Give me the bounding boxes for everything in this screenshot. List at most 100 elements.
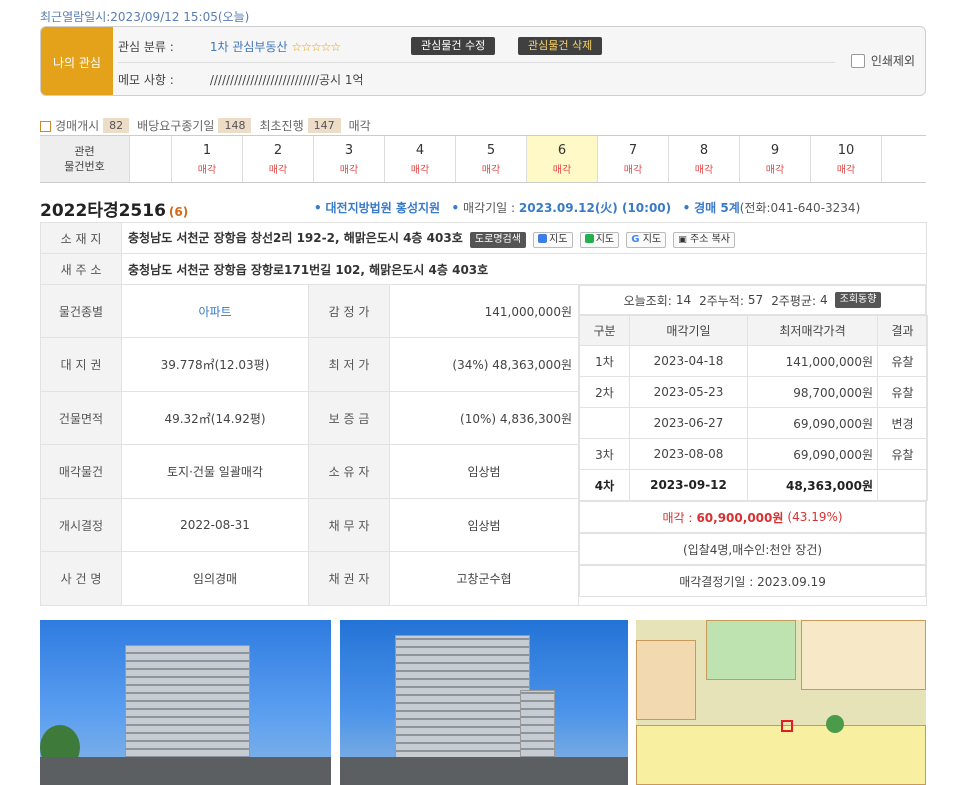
history-price: 141,000,000원 [747, 345, 878, 377]
naver-map-button[interactable]: 지도 [579, 231, 620, 248]
history-header: 결과 [877, 315, 928, 346]
view-stats: 오늘조회: 14 2주누적: 57 2주평균: 4 조회동향 [579, 285, 927, 315]
deposit-value: (10%) 4,836,300원 [389, 391, 579, 445]
history-price: 69,090,000원 [747, 438, 878, 470]
debtor-value: 임상범 [389, 498, 579, 552]
history-result: 유찰 [877, 345, 928, 377]
print-exclude-checkbox[interactable]: 인쇄제외 [850, 52, 915, 69]
related-item-number: 7 [628, 142, 638, 158]
court-name[interactable]: 대전지방법원 홍성지원 [326, 201, 441, 215]
detail-label2: 최 저 가 [308, 337, 390, 392]
bidder-info: (입찰4명,매수인:천안 장건) [579, 533, 927, 565]
google-icon: G [631, 233, 640, 245]
related-item-1[interactable]: 1 매각 [171, 136, 242, 182]
related-item-status: 매각 [836, 164, 856, 176]
related-fill [881, 136, 926, 182]
related-item-number: 3 [344, 142, 354, 158]
rating-stars-icon[interactable]: ☆☆☆☆☆ [291, 40, 341, 54]
appraisal-value: 141,000,000원 [389, 284, 579, 338]
history-date: 2023-09-12 [629, 469, 748, 501]
sale-object-value: 토지·건물 일괄매각 [121, 444, 309, 499]
history-round: 2차 [579, 376, 630, 408]
favorite-panel: 나의 관심 관심 분류 : 1차 관심부동산 ☆☆☆☆☆ 관심물건 수정 관심물… [40, 26, 926, 96]
road-name-search-button[interactable]: 도로명검색 [469, 231, 526, 248]
related-item-status: 매각 [623, 164, 643, 176]
parking-lot-image [40, 757, 331, 785]
detail-label: 사 건 명 [40, 551, 122, 606]
related-item-2[interactable]: 2 매각 [242, 136, 313, 182]
final-sale-price: 매각 :60,900,000원 (43.19%) [579, 501, 927, 533]
history-date: 2023-06-27 [629, 407, 748, 439]
detail-label2: 소 유 자 [308, 444, 390, 499]
views-avg: 4 [820, 293, 828, 307]
map-green-block [706, 620, 796, 680]
new-address-label: 새 주 소 [40, 253, 122, 285]
address-label: 소 재 지 [40, 222, 122, 254]
court-phone: (전화:041-640-3234) [739, 201, 861, 215]
related-item-10[interactable]: 10 매각 [810, 136, 881, 182]
sale-history-table: 구분 매각기일 최저매각가격 결과 1차 2023-04-18 141,000,00… [579, 315, 928, 501]
favorite-label: 나의 관심 [41, 27, 113, 95]
map-block [636, 725, 926, 785]
copy-icon: ▣ [678, 234, 687, 245]
building-photo-2[interactable] [340, 620, 628, 785]
related-blank [129, 136, 171, 182]
property-type-value[interactable]: 아파트 [121, 284, 309, 338]
history-result: 유찰 [877, 376, 928, 408]
google-map-button[interactable]: G 지도 [626, 231, 667, 248]
copy-address-button[interactable]: ▣ 주소 복사 [673, 231, 735, 248]
history-row: 1차 2023-04-18 141,000,000원 유찰 [579, 345, 928, 377]
edit-favorite-button[interactable]: 관심물건 수정 [411, 37, 496, 55]
related-item-number: 4 [415, 142, 425, 158]
detail-label: 매각물건 [40, 444, 122, 499]
naver-icon [584, 233, 594, 243]
history-date: 2023-04-18 [629, 345, 748, 377]
target-marker-icon [781, 720, 793, 732]
delete-favorite-button[interactable]: 관심물건 삭제 [518, 37, 603, 55]
related-item-5[interactable]: 5 매각 [455, 136, 526, 182]
history-header-row: 구분 매각기일 최저매각가격 결과 [579, 315, 928, 346]
related-item-9[interactable]: 9 매각 [739, 136, 810, 182]
memo-key: 메모 사항 : [118, 73, 174, 87]
related-item-number: 5 [486, 142, 496, 158]
related-item-status: 매각 [410, 164, 430, 176]
related-item-number: 2 [273, 142, 283, 158]
view-trend-button[interactable]: 조회동향 [834, 292, 882, 308]
history-header: 매각기일 [629, 315, 748, 346]
auction-progress-steps: 경매개시 82 배당요구종기일 148 최초진행 147 매각 [40, 117, 371, 134]
map-block [801, 620, 926, 690]
history-round: 3차 [579, 438, 630, 470]
related-item-6[interactable]: 6 매각 [526, 136, 597, 182]
decision-date: 매각결정기일 : 2023.09.19 [579, 565, 927, 597]
court-dept: 경매 5계 [694, 201, 740, 215]
building-area-value: 49.32㎡(14.92평) [121, 391, 309, 445]
checkbox-icon[interactable] [850, 53, 865, 68]
memo-value[interactable]: ///////////////////////////공시 1억 [210, 73, 364, 87]
cadastral-map-image[interactable] [636, 620, 926, 785]
related-item-8[interactable]: 8 매각 [668, 136, 739, 182]
related-cells: 1 매각 2 매각 3 매각 4 매각 5 매각 6 매각 7 매각 8 매각 9 매각 10 매각 [171, 136, 881, 182]
related-item-status: 매각 [552, 164, 572, 176]
detail-label: 개시결정 [40, 498, 122, 552]
favorite-category-value[interactable]: 1차 관심부동산 [210, 40, 288, 54]
step-start-num: 82 [103, 118, 130, 133]
related-items-bar: 관련 물건번호 1 매각 2 매각 3 매각 4 매각 5 매각 6 매각 7 매각 8 매각 9 매각 10 매각 [40, 135, 926, 183]
building-photo-1[interactable] [40, 620, 331, 785]
related-item-number: 1 [202, 142, 212, 158]
map-block [636, 640, 696, 720]
related-item-3[interactable]: 3 매각 [313, 136, 384, 182]
history-price: 48,363,000원 [747, 469, 878, 501]
side-building-image [520, 690, 555, 765]
history-date: 2023-05-23 [629, 376, 748, 408]
history-row: 3차 2023-08-08 69,090,000원 유찰 [579, 438, 928, 470]
daum-map-button[interactable]: 지도 [533, 231, 573, 248]
history-round [579, 407, 630, 439]
detail-label: 대 지 권 [40, 337, 122, 392]
related-item-4[interactable]: 4 매각 [384, 136, 455, 182]
related-item-7[interactable]: 7 매각 [597, 136, 668, 182]
detail-label2: 감 정 가 [308, 284, 390, 338]
related-item-status: 매각 [694, 164, 714, 176]
owner-value: 임상범 [389, 444, 579, 499]
history-header: 최저매각가격 [747, 315, 878, 346]
case-count: (6) [168, 205, 189, 219]
